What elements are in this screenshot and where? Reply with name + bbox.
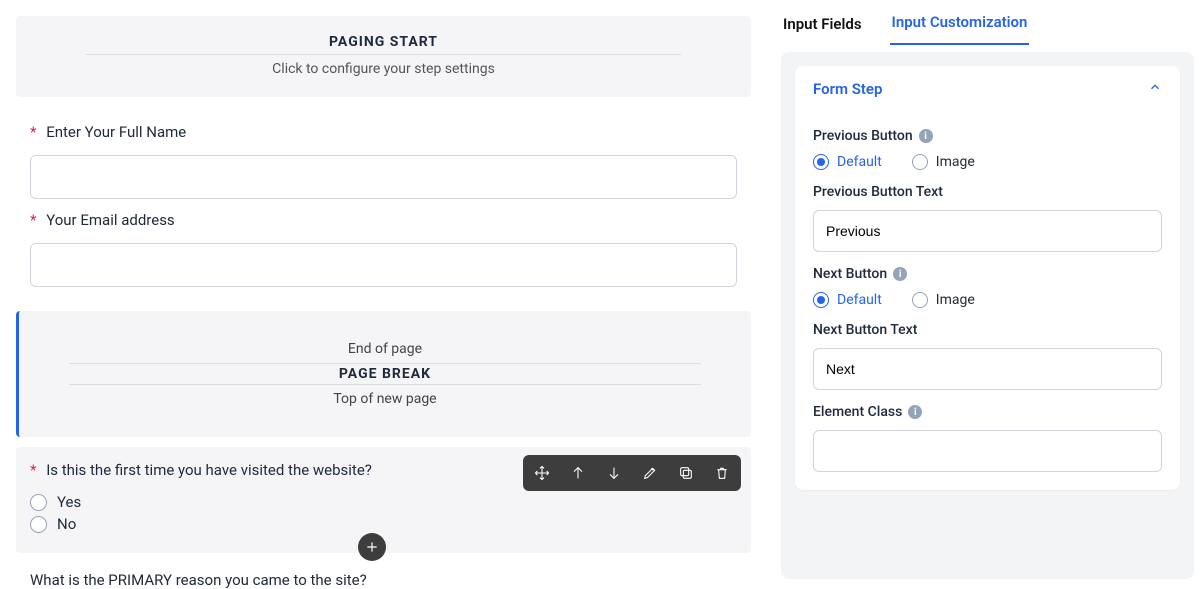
page-break-end: End of page [49,337,721,361]
info-icon[interactable]: i [908,405,922,419]
full-name-input[interactable] [30,155,737,199]
label-text: What is the PRIMARY reason you came to t… [30,571,367,589]
radio-icon [912,292,928,308]
next-type-default[interactable]: Default [813,292,882,308]
next-button-type: Default Image [813,292,1162,308]
option-label: Default [837,154,882,170]
copy-icon[interactable] [671,459,701,487]
next-type-image[interactable]: Image [912,292,975,308]
option-label: No [57,515,76,533]
page-break-title: PAGE BREAK [69,363,701,385]
required-asterisk: * [30,461,36,479]
element-class-input[interactable] [813,430,1162,472]
field-full-name[interactable]: * Enter Your Full Name [0,121,767,209]
chevron-up-icon [1148,80,1162,98]
label-text: Your Email address [46,211,174,229]
arrow-down-icon[interactable] [599,459,629,487]
next-button-text-label: Next Button Text [813,322,1162,338]
email-input[interactable] [30,243,737,287]
field-label: * Your Email address [30,211,737,229]
field-toolbar [523,455,741,491]
prev-type-default[interactable]: Default [813,154,882,170]
selected-field-block[interactable]: * Is this the first time you have visite… [16,447,751,553]
previous-button-label: Previous Button i [813,128,1162,144]
info-icon[interactable]: i [893,267,907,281]
page-break-start: Top of new page [49,387,721,411]
field-primary-reason[interactable]: What is the PRIMARY reason you came to t… [0,553,767,589]
required-asterisk: * [30,123,36,141]
panel-body: Form Step Previous Button i Default [781,52,1194,579]
trash-icon[interactable] [707,459,737,487]
previous-button-type: Default Image [813,154,1162,170]
option-no[interactable]: No [30,515,737,533]
add-field-button[interactable] [358,533,386,561]
paging-start-subtitle: Click to configure your step settings [36,61,731,77]
required-asterisk: * [30,211,36,229]
option-label: Image [936,154,975,170]
info-icon[interactable]: i [919,129,933,143]
radio-icon [813,154,829,170]
radio-icon [912,154,928,170]
prev-type-image[interactable]: Image [912,154,975,170]
label-text: Enter Your Full Name [46,123,186,141]
form-step-card: Form Step Previous Button i Default [795,66,1180,490]
move-icon[interactable] [527,459,557,487]
arrow-up-icon[interactable] [563,459,593,487]
previous-button-text-input[interactable] [813,210,1162,252]
edit-icon[interactable] [635,459,665,487]
card-title: Form Step [813,80,882,98]
settings-panel: Input Fields Input Customization Form St… [775,0,1200,579]
page-break-block[interactable]: End of page PAGE BREAK Top of new page [16,311,751,437]
radio-icon [30,494,47,511]
form-canvas: PAGING START Click to configure your ste… [0,0,775,579]
field-label: * Enter Your Full Name [30,123,737,141]
option-label: Image [936,292,975,308]
element-class-label: Element Class i [813,404,1162,420]
option-label: Default [837,292,882,308]
label-text: Is this the first time you have visited … [46,461,372,479]
radio-icon [30,516,47,533]
card-header[interactable]: Form Step [795,66,1180,112]
field-email[interactable]: * Your Email address [0,209,767,297]
tab-input-customization[interactable]: Input Customization [890,1,1030,45]
option-yes[interactable]: Yes [30,493,737,511]
tab-bar: Input Fields Input Customization [775,0,1200,46]
next-button-text-input[interactable] [813,348,1162,390]
option-label: Yes [57,493,81,511]
next-button-label: Next Button i [813,266,1162,282]
radio-icon [813,292,829,308]
paging-start-block[interactable]: PAGING START Click to configure your ste… [16,16,751,97]
paging-start-title: PAGING START [86,34,681,55]
previous-button-text-label: Previous Button Text [813,184,1162,200]
tab-input-fields[interactable]: Input Fields [781,3,864,45]
